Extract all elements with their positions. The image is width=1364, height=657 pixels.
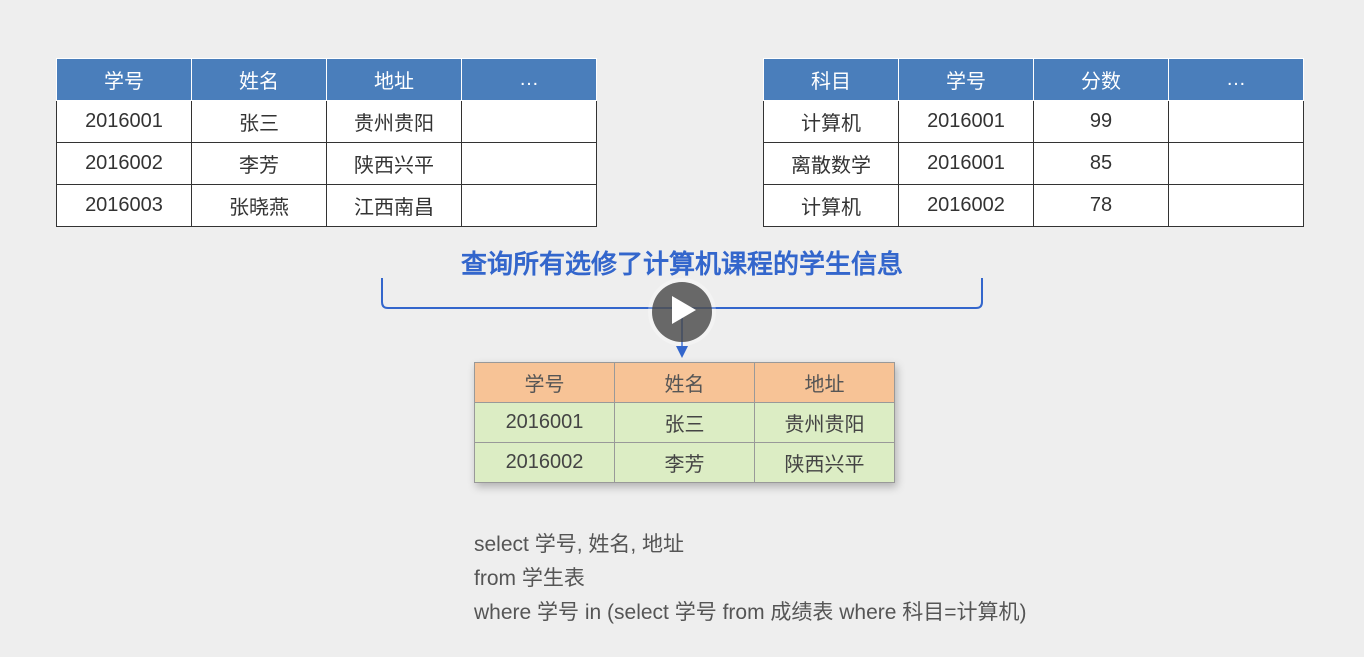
table-row: 2016002 李芳 陕西兴平 bbox=[57, 143, 597, 185]
score-table: 科目 学号 分数 … 计算机 2016001 99 离散数学 2016001 8… bbox=[763, 58, 1304, 227]
th: 分数 bbox=[1034, 59, 1169, 101]
th: 姓名 bbox=[615, 363, 755, 403]
table-row: 离散数学 2016001 85 bbox=[764, 143, 1304, 185]
result-table: 学号 姓名 地址 2016001 张三 贵州贵阳 2016002 李芳 陕西兴平 bbox=[474, 362, 895, 483]
sql-text: select 学号, 姓名, 地址 from 学生表 where 学号 in (… bbox=[474, 528, 1027, 630]
table-row: 2016003 张晓燕 江西南昌 bbox=[57, 185, 597, 227]
query-heading: 查询所有选修了计算机课程的学生信息 bbox=[461, 244, 903, 281]
play-button[interactable] bbox=[652, 282, 712, 342]
sql-line: from 学生表 bbox=[474, 562, 1027, 596]
table-row: 2016001 张三 贵州贵阳 bbox=[475, 403, 895, 443]
sql-line: select 学号, 姓名, 地址 bbox=[474, 528, 1027, 562]
play-icon bbox=[668, 296, 696, 329]
sql-line: where 学号 in (select 学号 from 成绩表 where 科目… bbox=[474, 596, 1027, 630]
th: 地址 bbox=[327, 59, 462, 101]
th: 地址 bbox=[755, 363, 895, 403]
th: 学号 bbox=[57, 59, 192, 101]
th: 学号 bbox=[475, 363, 615, 403]
table-row: 计算机 2016001 99 bbox=[764, 101, 1304, 143]
th: … bbox=[1169, 59, 1304, 101]
table-row: 2016002 李芳 陕西兴平 bbox=[475, 443, 895, 483]
th: 姓名 bbox=[192, 59, 327, 101]
table-row: 计算机 2016002 78 bbox=[764, 185, 1304, 227]
th: 科目 bbox=[764, 59, 899, 101]
th: … bbox=[462, 59, 597, 101]
student-table: 学号 姓名 地址 … 2016001 张三 贵州贵阳 2016002 李芳 陕西… bbox=[56, 58, 597, 227]
th: 学号 bbox=[899, 59, 1034, 101]
table-row: 2016001 张三 贵州贵阳 bbox=[57, 101, 597, 143]
